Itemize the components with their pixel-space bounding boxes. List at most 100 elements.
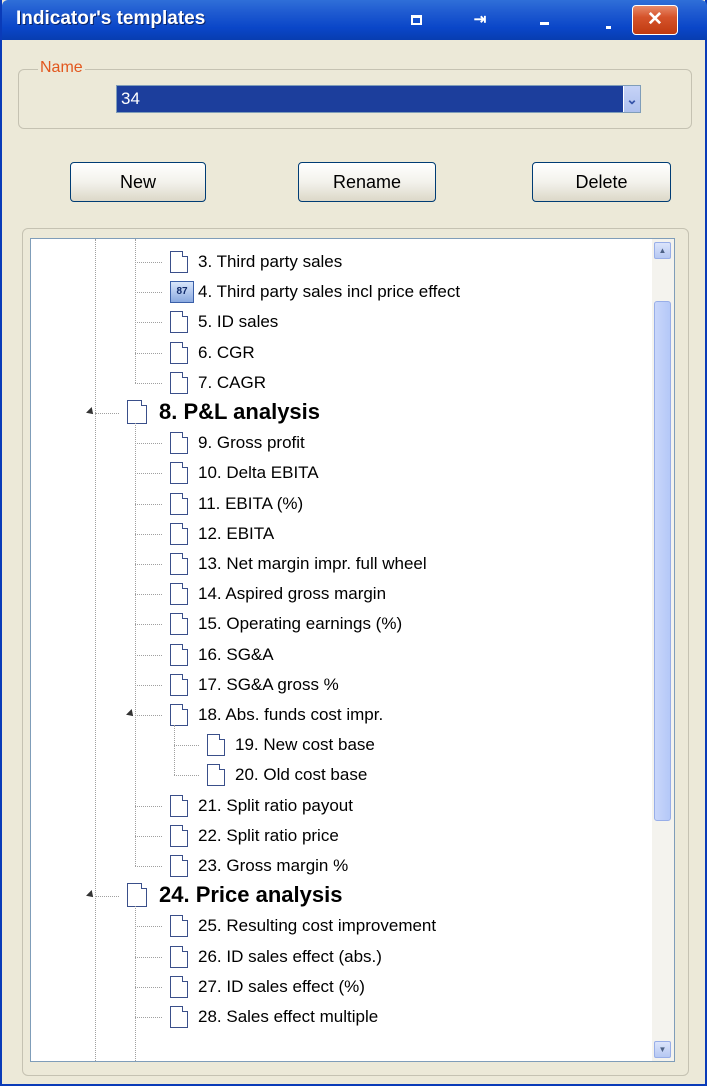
tree-item-label: 17. SG&A gross % xyxy=(198,674,339,694)
tree-connector xyxy=(174,745,199,747)
tree-item-label: 8. P&L analysis xyxy=(159,399,321,424)
tree-connector xyxy=(135,654,162,656)
chevron-down-icon[interactable]: ⌄ xyxy=(623,86,640,112)
tree-item[interactable]: 27. ID sales effect (%) xyxy=(31,972,651,1002)
tree-item[interactable]: 21. Split ratio payout xyxy=(31,791,651,821)
tree-connector xyxy=(135,835,162,837)
delete-button[interactable]: Delete xyxy=(532,162,671,202)
tree-connector xyxy=(135,926,162,928)
tree-item-label: 24. Price analysis xyxy=(159,882,343,908)
tree-connector xyxy=(135,986,162,988)
document-icon xyxy=(207,764,225,787)
document-icon xyxy=(170,855,188,877)
tree-item[interactable]: 15. Operating earnings (%) xyxy=(31,609,651,639)
tree-item[interactable]: 87 4. Third party sales incl price effect xyxy=(31,277,651,307)
tree-guide-line xyxy=(135,239,136,383)
tree-group-node[interactable]: 8. P&L analysis xyxy=(31,398,651,428)
tree-item-label: 10. Delta EBITA xyxy=(198,463,319,483)
tree-item-label: 19. New cost base xyxy=(235,735,375,755)
tree-item[interactable]: 16. SG&A xyxy=(31,640,651,670)
tree-item[interactable]: 9. Gross profit xyxy=(31,428,651,458)
expand-collapse-icon[interactable] xyxy=(86,407,96,417)
document-icon xyxy=(170,311,188,334)
document-icon xyxy=(170,824,188,847)
tree-item-label: 3. Third party sales xyxy=(198,252,343,271)
tree-item[interactable]: 25. Resulting cost improvement xyxy=(31,911,651,941)
document-icon xyxy=(170,945,188,968)
tree-item-label: 23. Gross margin % xyxy=(198,856,349,875)
tree-item[interactable]: 18. Abs. funds cost impr. xyxy=(31,700,651,730)
document-icon xyxy=(170,251,188,273)
tree-item[interactable]: 11. EBITA (%) xyxy=(31,489,651,519)
tree-connector xyxy=(135,382,162,384)
name-combobox[interactable]: 34 ⌄ xyxy=(116,85,641,113)
restore-icon[interactable] xyxy=(405,9,427,31)
tree-connector xyxy=(135,1017,162,1018)
tree-item[interactable]: 23. Gross margin % xyxy=(31,851,651,881)
tree-item-label: 22. Split ratio price xyxy=(198,825,339,845)
tree-connector xyxy=(135,322,162,324)
rename-button[interactable]: Rename xyxy=(298,162,436,202)
name-group-label: Name xyxy=(38,59,85,77)
tree-connector xyxy=(135,443,162,445)
close-icon: ✕ xyxy=(647,9,663,30)
tree-item-label: 28. Sales effect multiple xyxy=(198,1007,379,1026)
tree-item[interactable]: 3. Third party sales xyxy=(31,247,651,277)
minimize-icon[interactable] xyxy=(533,9,555,31)
template-tree[interactable]: ▲ ▼ 3. Third party sales 87 4. Third party… xyxy=(30,238,675,1062)
tree-connector xyxy=(135,473,162,475)
vertical-scrollbar[interactable]: ▲ ▼ xyxy=(652,239,674,1061)
tree-item[interactable]: 28. Sales effect multiple xyxy=(31,1002,651,1032)
title-bar[interactable]: Indicator's templates ⇥ ✕ xyxy=(2,0,707,40)
document-icon xyxy=(170,553,188,575)
tree-item-label: 20. Old cost base xyxy=(235,765,368,785)
tree-item-label: 12. EBITA xyxy=(198,523,275,543)
document-icon xyxy=(170,1006,188,1028)
tree-connector xyxy=(135,805,162,807)
tree-item-label: 5. ID sales xyxy=(198,312,279,332)
tree-item[interactable]: 7. CAGR xyxy=(31,368,651,398)
tree-item-label: 27. ID sales effect (%) xyxy=(198,976,365,996)
document-icon xyxy=(207,734,225,757)
tree-connector xyxy=(135,715,162,716)
document-icon xyxy=(127,400,147,424)
tree-item[interactable]: 20. Old cost base xyxy=(31,760,651,790)
document-icon xyxy=(170,432,188,455)
new-button[interactable]: New xyxy=(70,162,206,202)
tree-item[interactable]: 26. ID sales effect (abs.) xyxy=(31,942,651,972)
expand-collapse-icon[interactable] xyxy=(86,890,96,901)
tree-item-label: 21. Split ratio payout xyxy=(198,795,353,815)
tree-item[interactable]: 12. EBITA xyxy=(31,519,651,549)
tree-item-label: 9. Gross profit xyxy=(198,433,305,453)
tree-item[interactable]: 17. SG&A gross % xyxy=(31,670,651,700)
tree-item[interactable]: 5. ID sales xyxy=(31,307,651,337)
tree-item-label: 7. CAGR xyxy=(198,372,267,392)
tree-item-label: 16. SG&A xyxy=(198,644,274,664)
tree-item[interactable]: 14. Aspired gross margin xyxy=(31,579,651,609)
tree-connector xyxy=(135,503,162,505)
document-icon xyxy=(170,673,188,696)
tree-connector xyxy=(135,533,162,535)
scroll-down-icon[interactable]: ▼ xyxy=(654,1041,671,1058)
tree-connector xyxy=(135,866,162,867)
document-icon xyxy=(170,492,188,515)
document-icon xyxy=(170,704,188,726)
scrollbar-thumb[interactable] xyxy=(654,301,671,821)
tree-item[interactable]: 13. Net margin impr. full wheel xyxy=(31,549,651,579)
tree-item[interactable]: 10. Delta EBITA xyxy=(31,458,651,488)
tree-connector xyxy=(95,896,119,898)
tree-group-node[interactable]: 24. Price analysis xyxy=(31,881,651,911)
name-combobox-value[interactable]: 34 xyxy=(121,89,140,109)
close-button[interactable]: ✕ xyxy=(632,5,678,35)
tree-item[interactable]: 6. CGR xyxy=(31,338,651,368)
tree-guide-line xyxy=(135,906,136,1061)
tree-guide-line xyxy=(174,725,175,776)
minimize-small-icon[interactable] xyxy=(597,9,619,31)
tree-item[interactable]: 22. Split ratio price xyxy=(31,821,651,851)
pin-icon[interactable]: ⇥ xyxy=(469,9,491,31)
tree-item-label: 18. Abs. funds cost impr. xyxy=(198,705,384,724)
scroll-up-icon[interactable]: ▲ xyxy=(654,242,671,259)
document-icon xyxy=(170,975,188,998)
tree-item[interactable]: 19. New cost base xyxy=(31,730,651,760)
tree-guide-line xyxy=(135,423,136,866)
